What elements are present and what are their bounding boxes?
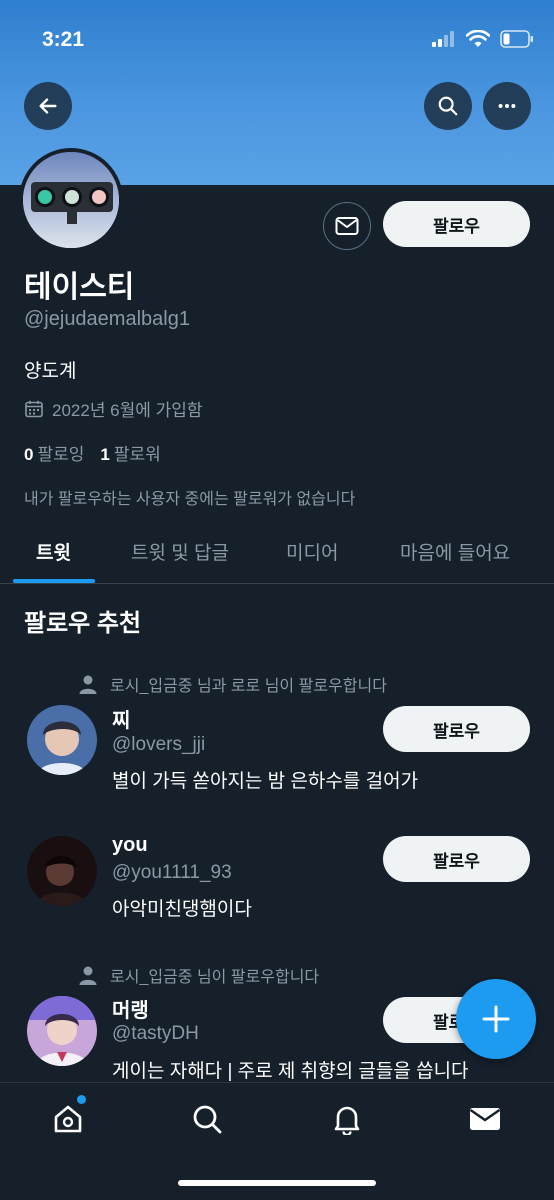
joined-text: 2022년 6월에 가입함 bbox=[52, 401, 203, 420]
notification-dot bbox=[77, 1095, 86, 1104]
nav-messages[interactable] bbox=[465, 1099, 505, 1139]
plus-icon bbox=[482, 1005, 510, 1033]
nav-home[interactable] bbox=[48, 1095, 88, 1139]
compose-tweet-button[interactable] bbox=[456, 979, 536, 1059]
suggestion-bio: 아악미친댕햄이다 bbox=[112, 899, 252, 920]
envelope-icon bbox=[335, 217, 359, 235]
status-icons bbox=[432, 30, 534, 48]
search-icon bbox=[193, 1105, 222, 1134]
more-horizontal-icon bbox=[498, 103, 516, 109]
suggestion-name[interactable]: 머랭 bbox=[112, 994, 149, 1023]
profile-bio: 양도계 bbox=[24, 361, 77, 382]
followers-label: 팔로워 bbox=[113, 445, 161, 464]
suggestion-bio: 별이 가득 쏟아지는 밤 은하수를 걸어가 bbox=[112, 771, 419, 792]
person-icon bbox=[79, 966, 97, 985]
tab-tweets[interactable]: 트윗 bbox=[36, 538, 71, 565]
message-button[interactable] bbox=[323, 202, 371, 250]
profile-avatar[interactable] bbox=[19, 148, 123, 252]
back-button[interactable] bbox=[24, 82, 72, 130]
following-count-link[interactable]: 0 팔로잉 bbox=[24, 440, 84, 465]
social-context: 로시_입금중 님과 로로 님이 팔로우합니다 bbox=[78, 672, 387, 696]
battery-icon bbox=[500, 30, 533, 48]
followers-count: 1 bbox=[100, 445, 110, 464]
social-context-text: 로시_입금중 님과 로로 님이 팔로우합니다 bbox=[110, 678, 387, 695]
profile-follow-button[interactable]: 팔로우 bbox=[383, 201, 530, 247]
status-time: 3:21 bbox=[42, 28, 85, 51]
suggestion-handle: @lovers_jji bbox=[112, 734, 206, 755]
who-to-follow-title: 팔로우 추천 bbox=[24, 610, 142, 637]
followers-count-link[interactable]: 1 팔로워 bbox=[100, 440, 160, 465]
suggestion-handle: @tastyDH bbox=[112, 1023, 199, 1044]
more-button[interactable] bbox=[483, 82, 531, 130]
status-bar: 3:21 bbox=[0, 0, 554, 80]
tab-tweets-replies[interactable]: 트윗 및 답글 bbox=[131, 538, 229, 565]
profile-avatar-image bbox=[23, 152, 119, 248]
suggestion-handle: @you1111_93 bbox=[112, 862, 232, 883]
suggestion-name[interactable]: 찌 bbox=[112, 704, 130, 733]
nav-notifications[interactable] bbox=[327, 1099, 367, 1139]
active-tab-indicator bbox=[13, 579, 95, 583]
suggestion-avatar[interactable] bbox=[27, 705, 97, 775]
profile-name: 테이스티 bbox=[24, 271, 135, 304]
search-icon bbox=[438, 96, 458, 116]
social-context-text: 로시_입금중 님이 팔로우합니다 bbox=[110, 969, 320, 986]
search-button[interactable] bbox=[424, 82, 472, 130]
nav-search[interactable] bbox=[187, 1099, 227, 1139]
suggestion-avatar[interactable] bbox=[27, 836, 97, 906]
home-indicator bbox=[178, 1180, 376, 1186]
joined-date: 2022년 6월에 가입함 bbox=[24, 396, 203, 421]
tab-likes[interactable]: 마음에 들어요 bbox=[400, 538, 510, 565]
bell-icon bbox=[334, 1106, 360, 1135]
wifi-icon bbox=[466, 30, 490, 47]
profile-handle: @jejudaemalbalg1 bbox=[24, 308, 190, 330]
following-label: 팔로잉 bbox=[37, 445, 85, 464]
person-icon bbox=[79, 675, 97, 694]
signal-icon bbox=[432, 31, 454, 47]
follow-counts: 0 팔로잉 1 팔로워 bbox=[24, 440, 161, 465]
following-count: 0 bbox=[24, 445, 34, 464]
calendar-icon bbox=[25, 400, 43, 417]
mutual-followers-note: 내가 팔로우하는 사용자 중에는 팔로워가 없습니다 bbox=[24, 491, 356, 508]
arrow-left-icon bbox=[39, 98, 57, 114]
profile-tabs: 트윗 트윗 및 답글 미디어 마음에 들어요 bbox=[0, 522, 554, 584]
social-context: 로시_입금중 님이 팔로우합니다 bbox=[78, 963, 319, 987]
home-icon bbox=[54, 1105, 82, 1133]
tab-media[interactable]: 미디어 bbox=[286, 538, 338, 565]
suggestion-bio: 게이는 자해다 | 주로 제 취향의 글들을 씁니다 bbox=[112, 1061, 469, 1082]
suggestion-follow-button[interactable]: 팔로우 bbox=[383, 706, 530, 752]
mail-icon bbox=[469, 1108, 501, 1130]
suggestion-name[interactable]: you bbox=[112, 834, 148, 857]
suggestion-avatar[interactable] bbox=[27, 996, 97, 1066]
suggestion-follow-button[interactable]: 팔로우 bbox=[383, 836, 530, 882]
